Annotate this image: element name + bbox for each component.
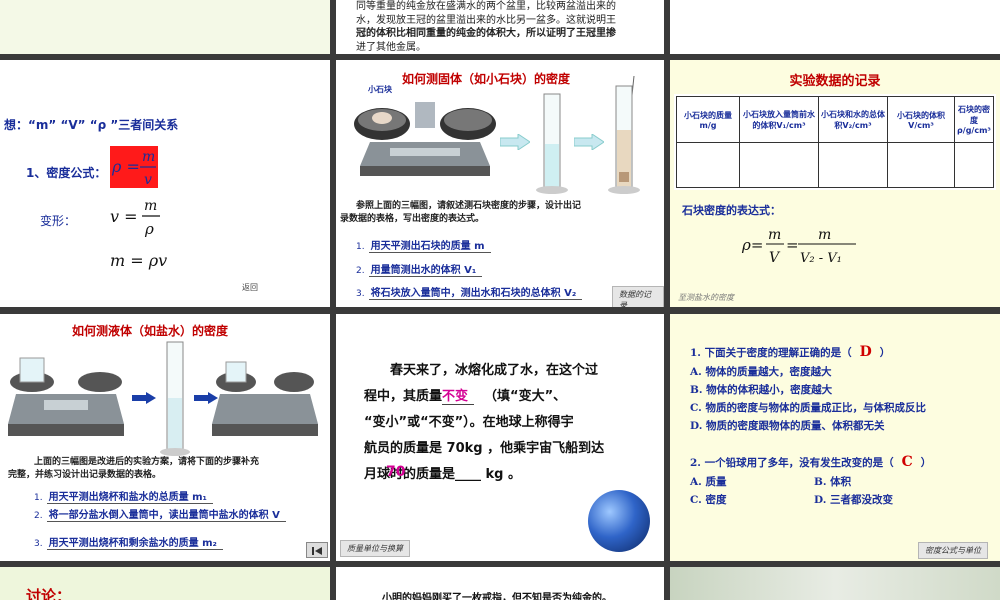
table-cell[interactable] bbox=[676, 142, 740, 188]
balance-scale-image bbox=[354, 102, 496, 176]
slide-solid-density[interactable]: 如何测固体（如小石块）的密度 小石块 参照上面的三幅图，请叙述测石块密度的步骤，… bbox=[336, 60, 664, 307]
table-header: 石块的密度ρ/g/cm³ bbox=[954, 96, 994, 143]
solid-step-3: 3. 将石块放入量筒中，测出水和石块的总体积 V₂ bbox=[356, 284, 583, 300]
relation-heading: 想：“m” “V” “ρ ”三者间关系 bbox=[4, 118, 179, 132]
skip-back-icon bbox=[312, 547, 322, 555]
liquid-step-1: 1. 用天平测出烧杯和盐水的总质量 m₁ bbox=[34, 488, 213, 504]
table-cell[interactable] bbox=[818, 142, 888, 188]
mass-quiz-text: 春天来了，冰熔化成了水，在这个过 程中，其质量不变 （填“变大”、 “变小”或“不… bbox=[364, 363, 605, 482]
answer-c: C bbox=[901, 454, 913, 470]
svg-text:v: v bbox=[144, 172, 152, 188]
nav-salt-water-link[interactable]: 至测盐水的密度 bbox=[678, 292, 734, 303]
svg-text:m = ρv: m = ρv bbox=[110, 251, 167, 270]
ring-problem-text: 小明的妈妈刚买了一枚戒指，但不知是否为纯金的。 bbox=[382, 593, 612, 600]
liquid-step-3: 3. 用天平测出烧杯和剩余盐水的质量 m₂ bbox=[34, 534, 223, 550]
back-link[interactable]: 返回 bbox=[242, 282, 258, 293]
table-cell[interactable] bbox=[887, 142, 955, 188]
slide-mass-quiz[interactable]: 春天来了，冰熔化成了水，在这个过 程中，其质量不变 （填“变大”、 “变小”或“不… bbox=[336, 314, 664, 561]
solid-step-1: 1. 用天平测出石块的质量 m bbox=[356, 237, 491, 253]
density-expression-label: 石块密度的表达式： bbox=[682, 204, 781, 217]
slide-data-record[interactable]: 实验数据的记录 小石块的质量m/g 小石块放入量筒前水的体积V₁/cm³ 小石块… bbox=[670, 60, 1000, 307]
density-formula: ρ = m v bbox=[111, 149, 156, 188]
measuring-cylinder-water bbox=[536, 93, 568, 194]
table-cell[interactable] bbox=[954, 142, 994, 188]
formula-volume: v = m ρ bbox=[110, 198, 160, 238]
question-1-option: B. 物体的体积越小，密度越大 bbox=[690, 384, 833, 396]
nav-mass-units-button[interactable]: 质量单位与换算 bbox=[340, 540, 410, 557]
liquid-step-2: 2. 将一部分盐水倒入量筒中，读出量筒中盐水的体积 V bbox=[34, 506, 286, 522]
question-2-option: C. 密度 bbox=[690, 494, 727, 506]
slide-discussion[interactable]: 讨论： bbox=[0, 567, 330, 600]
answer-unchanged: 不变 bbox=[442, 389, 475, 405]
stone-density-expression: ρ= m V = m V₂ - V₁ bbox=[741, 227, 856, 266]
slide-density-quiz[interactable]: 1. 下面关于密度的理解正确的是（ D） A. 物体的质量越大，密度越大 B. 物… bbox=[670, 314, 1000, 561]
table-cell[interactable] bbox=[739, 142, 819, 188]
question-1-option: A. 物体的质量越大，密度越大 bbox=[690, 366, 832, 378]
slide-liquid-density[interactable]: 如何测液体（如盐水）的密度 上面的三幅图是改进后的实验方案，请将下面的步骤补充 … bbox=[0, 314, 330, 561]
balance-beaker-image bbox=[212, 361, 318, 436]
data-record-title: 实验数据的记录 bbox=[789, 74, 881, 89]
question-2-option: A. 质量 bbox=[690, 476, 727, 488]
svg-text:v =: v = bbox=[110, 207, 138, 226]
crown-text: 同等重量的纯金放在盛满水的两个盆里，比较两盆溢出来的 水，发现放王冠的盆里溢出来… bbox=[356, 1, 616, 53]
nav-density-formula-button[interactable]: 密度公式与单位 bbox=[918, 542, 988, 559]
formula-mass: m = ρv bbox=[110, 251, 167, 270]
slide-ring-problem[interactable]: 小明的妈妈刚买了一枚戒指，但不知是否为纯金的。 bbox=[336, 567, 664, 600]
solid-intro: 参照上面的三幅图，请叙述测石块密度的步骤，设计出记 录数据的表格，写出密度的表达… bbox=[340, 201, 582, 224]
svg-text:m: m bbox=[768, 227, 781, 243]
slide-crown-text[interactable]: 同等重量的纯金放在盛满水的两个盆里，比较两盆溢出来的 水，发现放王冠的盆里溢出来… bbox=[336, 0, 664, 54]
answer-d: D bbox=[859, 344, 872, 360]
slide-bg-left-top bbox=[0, 0, 330, 54]
svg-text:V: V bbox=[769, 250, 781, 266]
arrow-icon bbox=[500, 134, 530, 150]
data-record-table: 小石块的质量m/g 小石块放入量筒前水的体积V₁/cm³ 小石块和水的总体积V₂… bbox=[676, 96, 994, 188]
table-header: 小石块和水的总体积V₂/cm³ bbox=[818, 96, 888, 143]
discussion-title: 讨论： bbox=[26, 587, 72, 600]
solid-step-2: 2. 用量筒测出水的体积 V₁ bbox=[356, 261, 483, 277]
nav-data-record-button[interactable]: 数据的记录 bbox=[612, 286, 664, 307]
formula-label: 1、密度公式： bbox=[26, 166, 107, 180]
svg-text:m: m bbox=[144, 198, 157, 214]
earth-image bbox=[588, 490, 650, 552]
question-2-option: D. 三者都没改变 bbox=[814, 494, 894, 506]
previous-slide-button[interactable] bbox=[306, 542, 328, 558]
question-1-option: C. 物质的密度与物体的质量成正比，与体积成反比 bbox=[690, 402, 926, 414]
transform-label: 变形： bbox=[40, 214, 77, 228]
table-header: 小石块的体积V/cm³ bbox=[887, 96, 955, 143]
measuring-cylinder-stone bbox=[608, 76, 640, 194]
slide-plant-photo[interactable] bbox=[670, 567, 1000, 600]
table-header: 小石块放入量筒前水的体积V₁/cm³ bbox=[739, 96, 819, 143]
svg-text:m: m bbox=[142, 149, 155, 165]
liquid-intro: 上面的三幅图是改进后的实验方案，请将下面的步骤补充 完整，并练习设计出记录数据的… bbox=[8, 457, 260, 480]
question-2-option: B. 体积 bbox=[814, 476, 852, 488]
arrow-icon bbox=[132, 392, 156, 404]
arrow-icon bbox=[574, 134, 604, 150]
svg-text:ρ =: ρ = bbox=[111, 157, 140, 176]
question-1-option: D. 物质的密度跟物体的质量、体积都无关 bbox=[690, 420, 885, 432]
question-1: 1. 下面关于密度的理解正确的是（ D） bbox=[690, 344, 891, 360]
liquid-density-title: 如何测液体（如盐水）的密度 bbox=[71, 324, 228, 338]
svg-text:=: = bbox=[786, 236, 799, 254]
svg-text:ρ: ρ bbox=[144, 220, 154, 238]
measuring-cylinder-salt-water bbox=[160, 341, 190, 456]
svg-text:V₂ - V₁: V₂ - V₁ bbox=[800, 251, 842, 266]
question-2: 2. 一个铅球用了多年，没有发生改变的是（ C） bbox=[690, 454, 932, 470]
svg-text:ρ=: ρ= bbox=[741, 236, 763, 254]
svg-text:m: m bbox=[818, 227, 831, 243]
balance-beaker-image bbox=[8, 357, 124, 436]
slide-density-formula[interactable]: 想：“m” “V” “ρ ”三者间关系 1、密度公式： ρ = m v 变形： … bbox=[0, 60, 330, 307]
slide-blank-right-top bbox=[670, 0, 1000, 54]
table-header: 小石块的质量m/g bbox=[676, 96, 740, 143]
answer-seventy: 70 bbox=[386, 464, 406, 480]
